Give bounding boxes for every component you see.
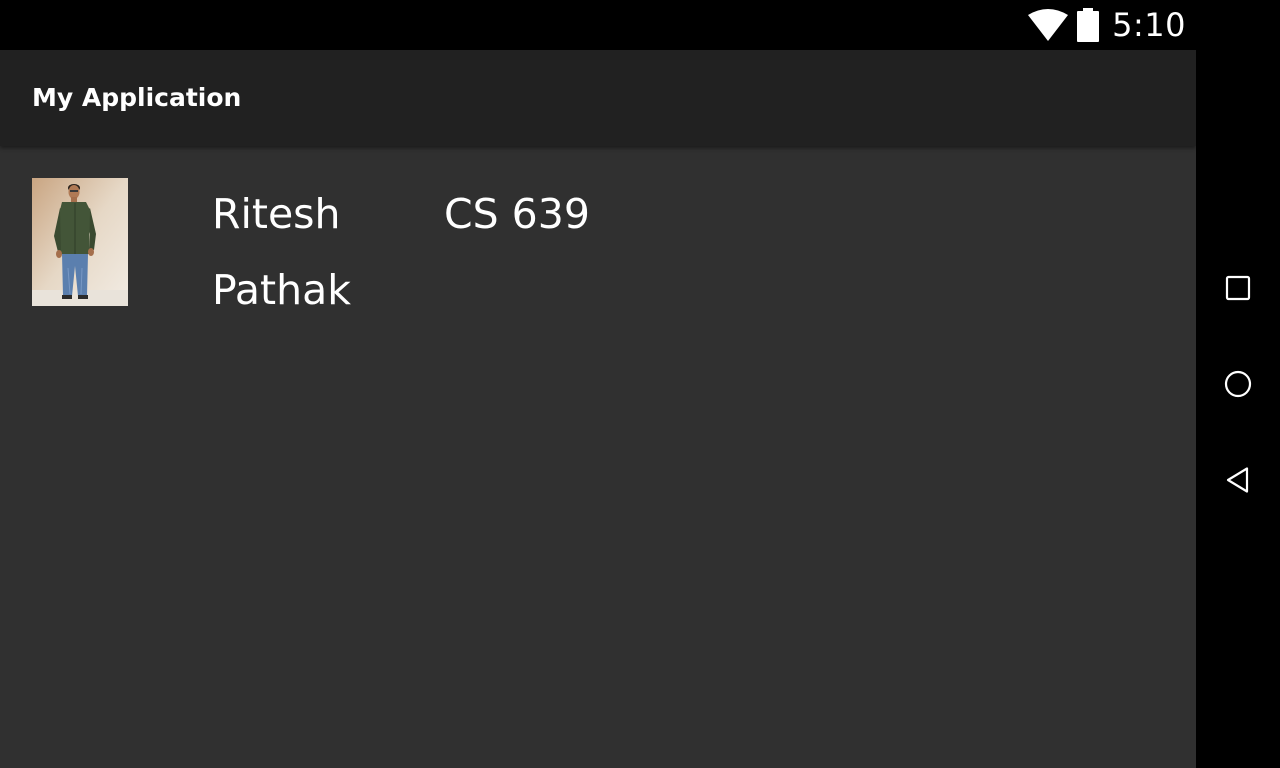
course-code: CS 639 <box>444 190 590 238</box>
wifi-icon <box>1028 9 1069 41</box>
app-title: My Application <box>32 83 242 112</box>
back-button[interactable] <box>1218 460 1258 500</box>
battery-icon <box>1077 8 1100 42</box>
status-icons: 5:10 <box>1028 0 1186 50</box>
main-content: Ritesh Pathak CS 639 <box>0 146 1196 768</box>
status-bar: 5:10 <box>0 0 1196 50</box>
profile-photo <box>32 178 128 306</box>
person-photo-image <box>32 178 128 306</box>
student-name: Ritesh Pathak <box>212 190 351 314</box>
navigation-bar <box>1196 0 1280 768</box>
status-clock: 5:10 <box>1112 6 1186 44</box>
app-bar: My Application <box>0 50 1196 146</box>
back-icon <box>1226 467 1249 493</box>
recents-button[interactable] <box>1218 268 1258 308</box>
home-button[interactable] <box>1218 364 1258 404</box>
recents-icon <box>1225 275 1251 301</box>
home-icon <box>1224 370 1252 398</box>
device-screen: 5:10 My Application Ritesh Pathak CS 639 <box>0 0 1280 768</box>
